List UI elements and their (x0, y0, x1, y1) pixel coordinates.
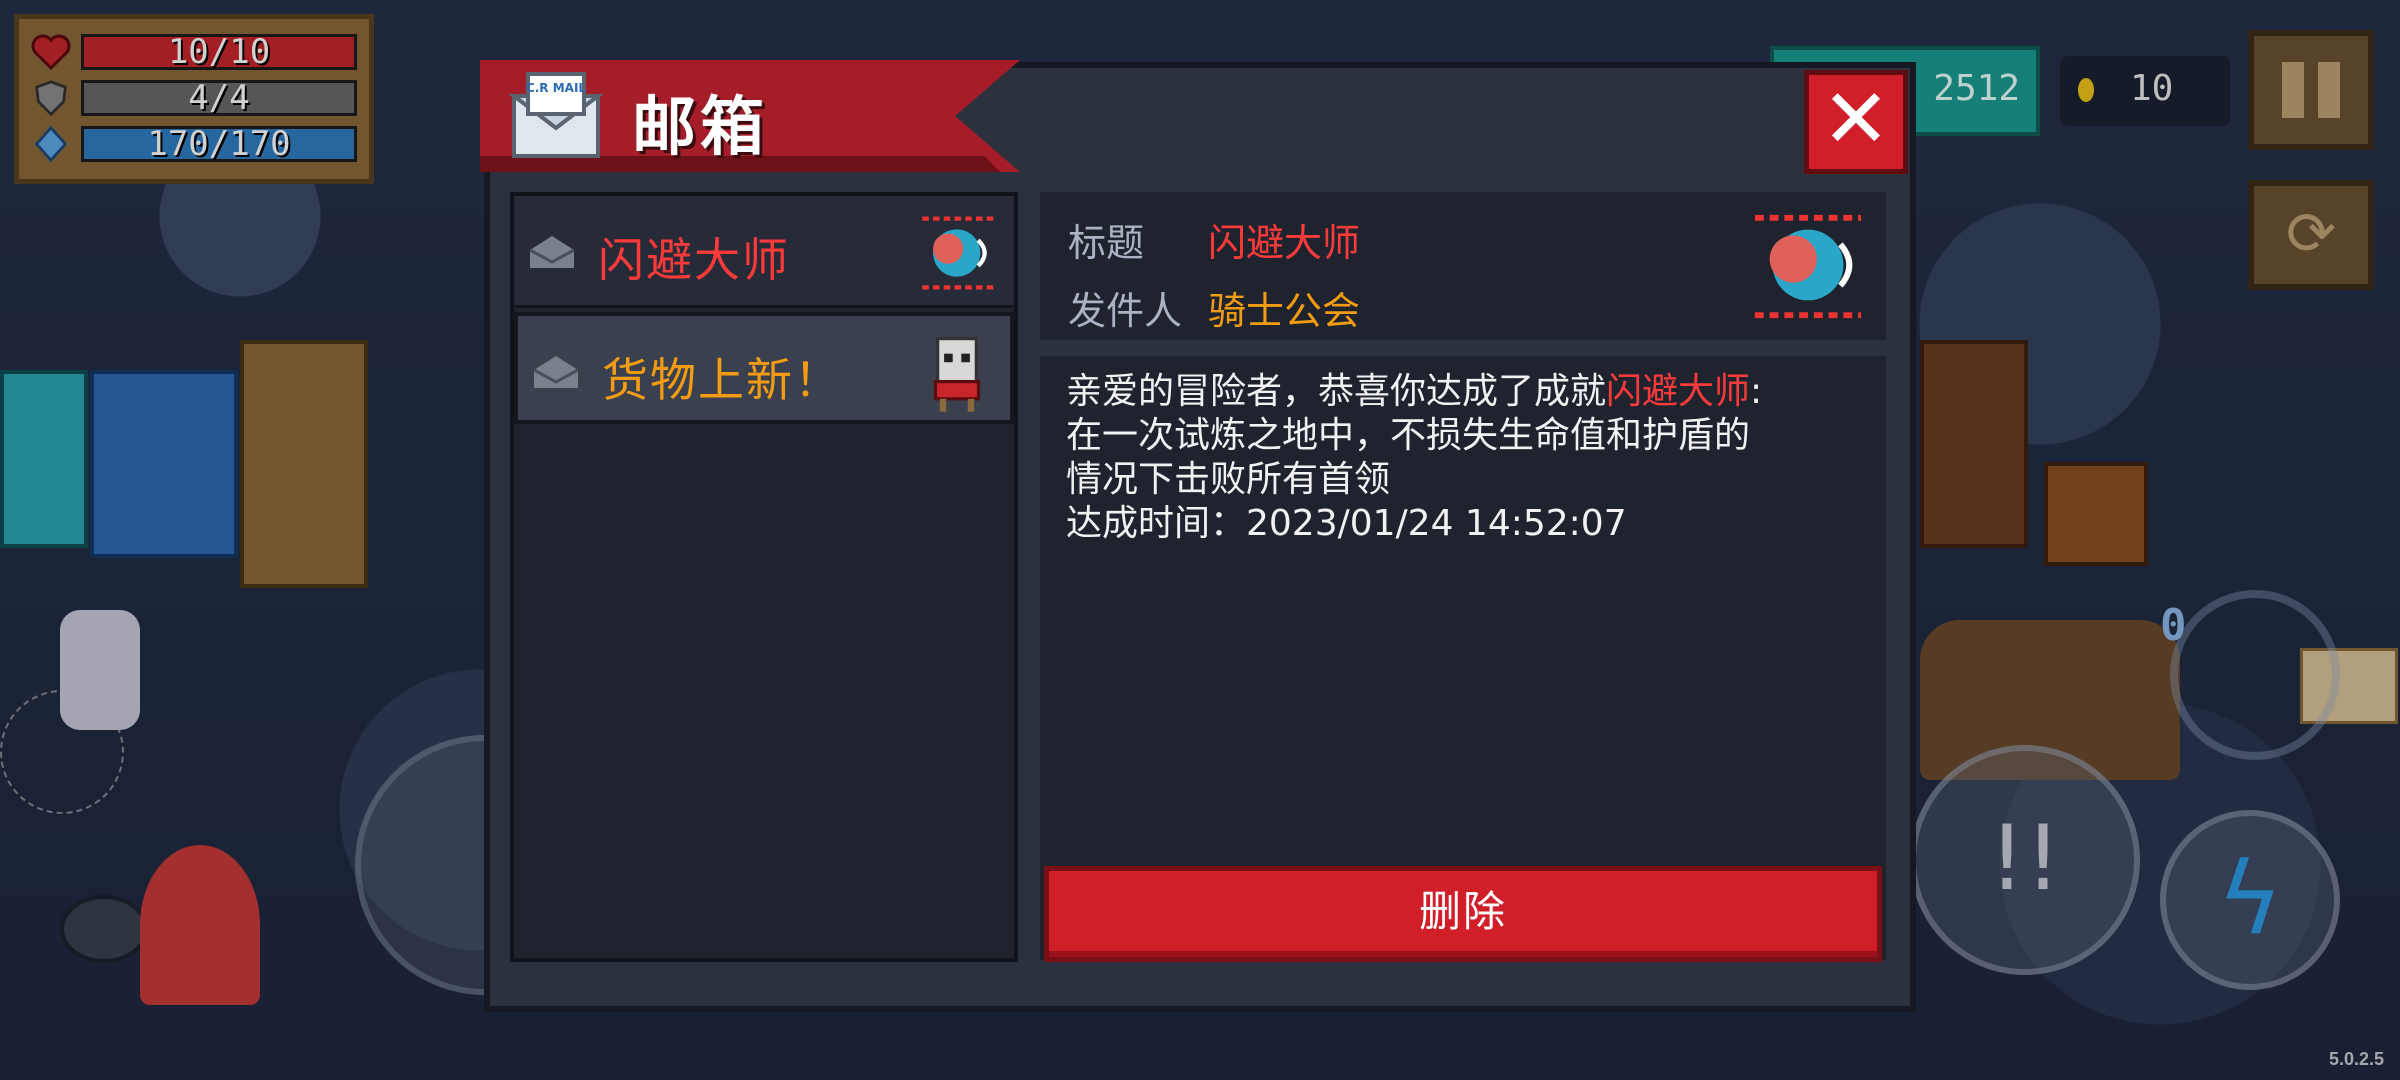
delete-button[interactable]: 删除 (1044, 866, 1882, 962)
mail-title: 闪避大师 (598, 233, 790, 287)
sender-value: 骑士公会 (1208, 289, 1361, 333)
body-line-1: 亲爱的冒险者，恭喜你达成了成就 (1066, 371, 1607, 412)
dialog-title: 邮箱 (632, 91, 768, 165)
mail-list: 闪避大师 货物上新！ (510, 192, 1018, 962)
dialog-title-banner: C.R MAIL 邮箱 (480, 60, 1020, 172)
mail-title-value: 闪避大师 (1208, 221, 1361, 265)
achieved-time: 达成时间：2023/01/24 14:52:07 (1066, 503, 1627, 544)
opened-envelope-icon (529, 236, 575, 268)
body-line-2: 在一次试炼之地中，不损失生命值和护盾的 (1066, 415, 1751, 456)
achievement-name: 闪避大师 (1606, 371, 1751, 412)
svg-text:C.R MAIL: C.R MAIL (526, 81, 586, 95)
dodge-master-achievement-icon (922, 216, 996, 290)
mail-title: 货物上新！ (602, 353, 842, 407)
sender-label: 发件人 (1068, 289, 1183, 333)
close-icon: ✕ (1821, 72, 1891, 167)
mail-list-item[interactable]: 闪避大师 (514, 196, 1014, 308)
title-label: 标题 (1068, 221, 1145, 265)
mail-list-item[interactable]: 货物上新！ (514, 312, 1014, 424)
mail-detail-header: 标题 闪避大师 发件人 骑士公会 (1040, 192, 1886, 340)
merchant-icon (933, 336, 981, 412)
close-button[interactable]: ✕ (1804, 70, 1908, 174)
dodge-master-achievement-icon (1754, 214, 1862, 319)
delete-label: 删除 (1418, 887, 1507, 936)
mail-body-text: 亲爱的冒险者，恭喜你达成了成就闪避大师: 在一次试炼之地中，不损失生命值和护盾的… (1066, 370, 1866, 546)
opened-envelope-icon (533, 356, 579, 388)
mail-icon: C.R MAIL (508, 72, 604, 158)
body-line-3: 情况下击败所有首领 (1066, 459, 1391, 500)
